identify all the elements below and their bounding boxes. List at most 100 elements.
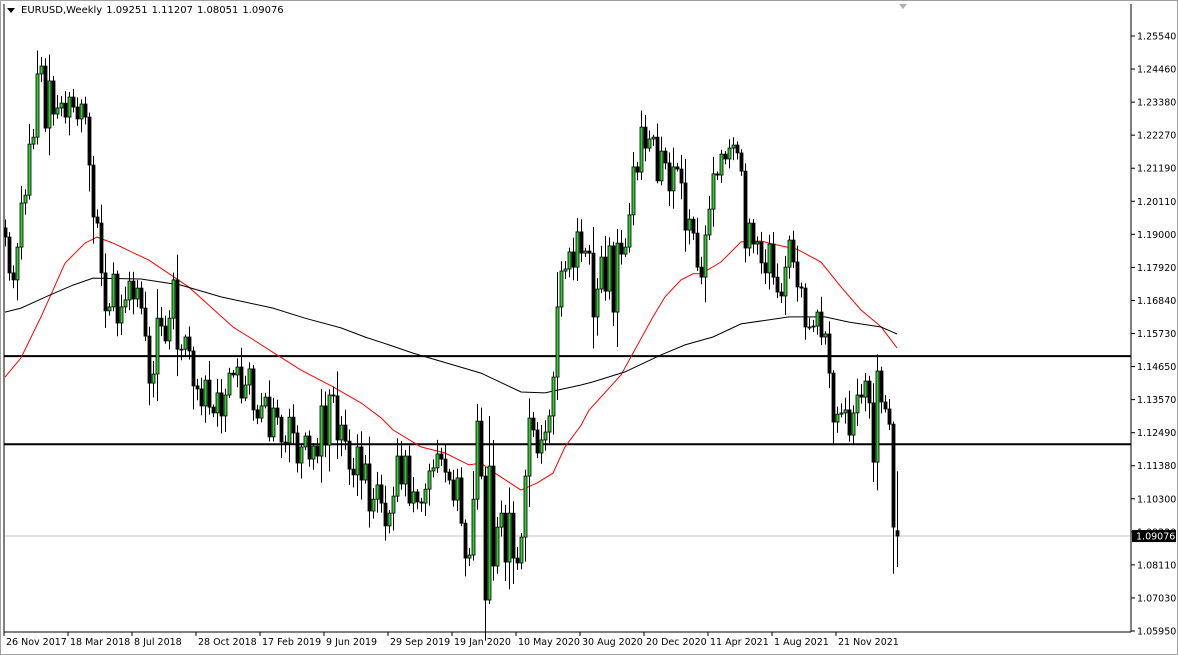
bearish-candle-body: [535, 429, 540, 454]
time-tick-label: 30 Aug 2020: [582, 637, 643, 648]
bearish-candle-body: [255, 409, 260, 419]
ohlc-close: 1.09076: [242, 5, 284, 16]
bullish-candle-body: [135, 287, 140, 300]
bearish-candle-body: [159, 317, 164, 327]
bullish-candle-body: [703, 234, 708, 278]
price-tick-label: 1.24460: [1137, 65, 1176, 76]
bearish-candle-body: [367, 463, 372, 512]
bullish-candle-body: [259, 405, 264, 419]
time-tick-label: 26 Nov 2017: [6, 637, 67, 648]
bearish-candle-body: [91, 164, 96, 218]
bearish-candle-body: [275, 407, 280, 418]
bearish-candle-body: [407, 455, 412, 504]
candle[interactable]: [43, 58, 48, 133]
bullish-candle-body: [23, 194, 28, 204]
bearish-candle-body: [99, 222, 104, 274]
price-chart[interactable]: 1.25540 1.24460 1.23380 1.22270 1.21190 1.201…: [0, 0, 1178, 655]
bearish-candle-body: [279, 416, 284, 443]
bullish-candle-body: [599, 256, 604, 290]
bullish-candle-body: [875, 370, 880, 463]
bearish-candle-body: [735, 144, 740, 154]
bullish-candle-body: [823, 333, 828, 338]
bearish-candle-body: [207, 379, 212, 408]
time-tick-label: 10 May 2020: [518, 637, 580, 648]
bearish-candle-body: [295, 432, 300, 464]
bullish-candle-body: [767, 243, 772, 274]
bullish-candle-body: [623, 246, 628, 255]
bearish-candle-body: [71, 96, 76, 108]
bearish-candle-body: [887, 408, 892, 425]
bearish-candle-body: [831, 372, 836, 423]
bullish-candle-body: [355, 446, 360, 476]
bullish-candle-body: [559, 270, 564, 308]
bullish-candle-body: [807, 326, 812, 329]
bearish-candle-body: [679, 168, 684, 184]
price-tick-label: 1.08110: [1137, 560, 1176, 571]
bullish-candle-body: [615, 242, 620, 313]
bearish-candle-body: [443, 458, 448, 473]
bullish-candle-body: [839, 412, 844, 415]
bearish-candle-body: [743, 170, 748, 249]
bearish-candle-body: [103, 272, 108, 312]
bullish-candle-body: [863, 380, 868, 398]
bullish-candle-body: [435, 453, 440, 469]
bullish-candle-body: [671, 166, 676, 192]
bullish-candle-body: [507, 512, 512, 563]
bullish-candle-body: [783, 266, 788, 297]
bearish-candle-body: [663, 150, 668, 164]
bullish-candle-body: [467, 554, 472, 559]
time-tick-label: 29 Sep 2019: [390, 637, 450, 648]
bearish-candle-body: [827, 333, 832, 374]
bullish-candle-body: [235, 366, 240, 376]
bearish-candle-body: [347, 440, 352, 470]
bearish-candle-body: [163, 325, 168, 342]
bearish-candle-body: [147, 335, 152, 384]
time-tick-label: 9 Jun 2019: [326, 637, 377, 648]
bearish-candle-body: [879, 370, 884, 403]
bullish-candle-body: [395, 455, 400, 497]
dropdown-triangle-icon[interactable]: [7, 8, 15, 13]
bearish-candle-body: [819, 311, 824, 338]
bearish-candle-body: [131, 280, 136, 300]
bullish-candle-body: [563, 268, 568, 272]
bearish-candle-body: [307, 435, 312, 460]
bullish-candle-body: [495, 526, 500, 567]
bearish-candle-body: [715, 173, 720, 176]
bullish-candle-body: [371, 498, 376, 512]
bearish-candle-body: [503, 512, 508, 563]
bullish-candle-body: [835, 413, 840, 423]
bearish-candle-body: [859, 394, 864, 398]
bullish-candle-body: [243, 384, 248, 399]
bullish-candle-body: [227, 372, 232, 396]
bullish-candle-body: [179, 348, 184, 351]
price-tick-label: 1.23380: [1137, 98, 1176, 109]
time-tick-label: 1 Aug 2021: [774, 637, 829, 648]
candle[interactable]: [743, 163, 748, 263]
bearish-candle-body: [175, 279, 180, 350]
bullish-candle-body: [311, 445, 316, 460]
bearish-candle-body: [771, 243, 776, 278]
candle[interactable]: [607, 237, 612, 300]
bullish-candle-body: [171, 279, 176, 319]
symbol-timeframe: EURUSD,Weekly: [21, 5, 103, 16]
bearish-candle-body: [591, 252, 596, 318]
bullish-candle-body: [811, 325, 816, 328]
price-tick-label: 1.11380: [1137, 461, 1176, 472]
bearish-candle-body: [83, 103, 88, 118]
bearish-candle-body: [643, 126, 648, 149]
bullish-candle-body: [851, 412, 856, 436]
bullish-candle-body: [727, 147, 732, 160]
ohlc-low: 1.08051: [196, 5, 239, 16]
time-tick-label: 20 Dec 2020: [646, 637, 707, 648]
bullish-candle-body: [19, 202, 24, 248]
bullish-candle-body: [747, 222, 752, 249]
bullish-candle-body: [391, 495, 396, 514]
bearish-candle-body: [283, 441, 288, 444]
ohlc-open: 1.09251: [106, 5, 148, 16]
bearish-candle-body: [187, 336, 192, 352]
bullish-candle-body: [787, 239, 792, 268]
bullish-candle-body: [339, 424, 344, 441]
bullish-candle-body: [183, 336, 188, 350]
bearish-candle-body: [683, 182, 688, 231]
bullish-candle-body: [583, 250, 588, 254]
